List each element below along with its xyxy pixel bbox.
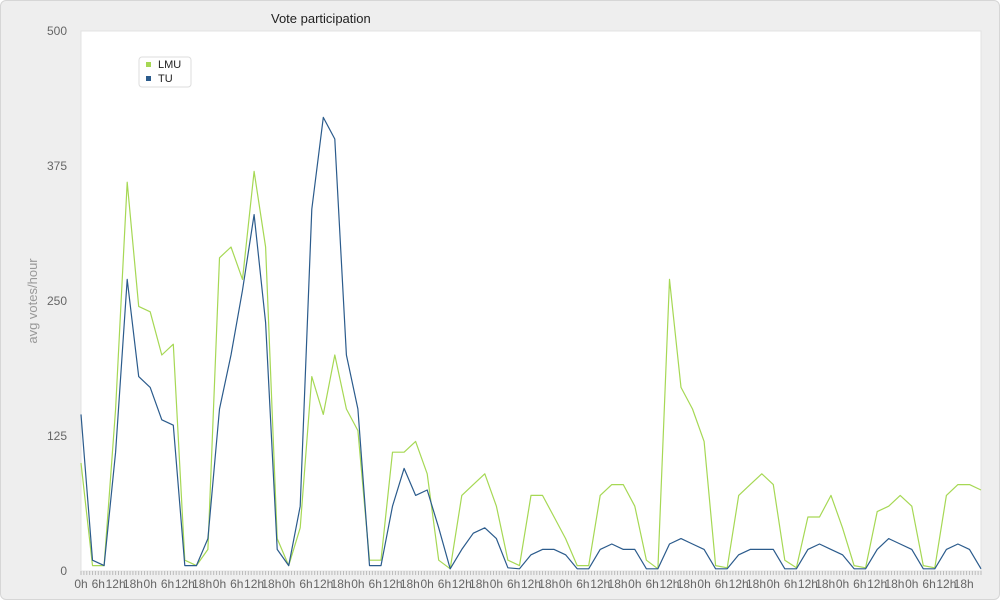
chart-frame: Vote participation avg votes/hour 0 125 25… xyxy=(0,0,1000,600)
x-tick-label: 0h xyxy=(213,577,226,591)
x-tick-label: 18h xyxy=(746,577,766,591)
legend-swatch-tu xyxy=(146,76,151,81)
x-tick-label: 6h xyxy=(853,577,866,591)
x-tick-label: 6h xyxy=(161,577,174,591)
x-tick-label: 0h xyxy=(351,577,364,591)
x-tick-label: 0h xyxy=(697,577,710,591)
x-tick-label: 18h xyxy=(192,577,212,591)
x-tick-label: 0h xyxy=(282,577,295,591)
x-tick-label: 18h xyxy=(331,577,351,591)
y-axis-title: avg votes/hour xyxy=(25,258,40,344)
chart-svg: Vote participation avg votes/hour 0 125 25… xyxy=(25,11,982,591)
x-tick-label: 6h xyxy=(92,577,105,591)
y-tick-label: 500 xyxy=(47,24,67,38)
x-tick-label: 6h xyxy=(784,577,797,591)
x-tick-label: 18h xyxy=(954,577,974,591)
y-tick-label: 0 xyxy=(60,564,67,578)
x-tick-label: 18h xyxy=(608,577,628,591)
x-axis-ticks: 0h 6h 12h18h 0h 6h 12h18h 0h 6h 12h18h 0h 6h 12h18h… xyxy=(74,571,982,591)
x-tick-label: 18h xyxy=(815,577,835,591)
x-tick-label: 6h xyxy=(438,577,451,591)
legend-label-tu: TU xyxy=(158,73,173,85)
x-tick-label: 18h xyxy=(884,577,904,591)
x-tick-label: 18h xyxy=(469,577,489,591)
x-tick-label: 0h xyxy=(420,577,433,591)
x-tick-label: 6h xyxy=(299,577,312,591)
chart-title: Vote participation xyxy=(271,11,371,26)
x-tick-label: 18h xyxy=(677,577,697,591)
y-tick-label: 125 xyxy=(47,429,67,443)
x-tick-label: 18h xyxy=(538,577,558,591)
legend: LMU TU xyxy=(138,56,192,88)
x-tick-label: 0h xyxy=(767,577,780,591)
x-tick-label: 0h xyxy=(628,577,641,591)
legend-label-lmu: LMU xyxy=(158,59,181,71)
x-tick-label: 0h xyxy=(905,577,918,591)
x-tick-label: 6h xyxy=(645,577,658,591)
y-tick-label: 375 xyxy=(47,159,67,173)
legend-swatch-lmu xyxy=(146,62,151,67)
x-tick-label: 6h xyxy=(230,577,243,591)
x-tick-label: 18h xyxy=(400,577,420,591)
x-tick-label: 6h xyxy=(922,577,935,591)
x-tick-label: 18h xyxy=(261,577,281,591)
x-tick-label: 0h xyxy=(144,577,157,591)
y-tick-label: 250 xyxy=(47,294,67,308)
plot-area xyxy=(80,30,982,572)
x-tick-label: 6h xyxy=(715,577,728,591)
x-tick-label: 6h xyxy=(576,577,589,591)
x-tick-label: 18h xyxy=(123,577,143,591)
x-tick-label: 0h xyxy=(836,577,849,591)
y-axis-ticks: 0 125 250 375 500 xyxy=(47,24,67,578)
x-tick-label: 6h xyxy=(507,577,520,591)
x-tick-label: 6h xyxy=(369,577,382,591)
x-tick-label: 0h xyxy=(74,577,87,591)
x-tick-label: 0h xyxy=(490,577,503,591)
x-tick-label: 0h xyxy=(559,577,572,591)
